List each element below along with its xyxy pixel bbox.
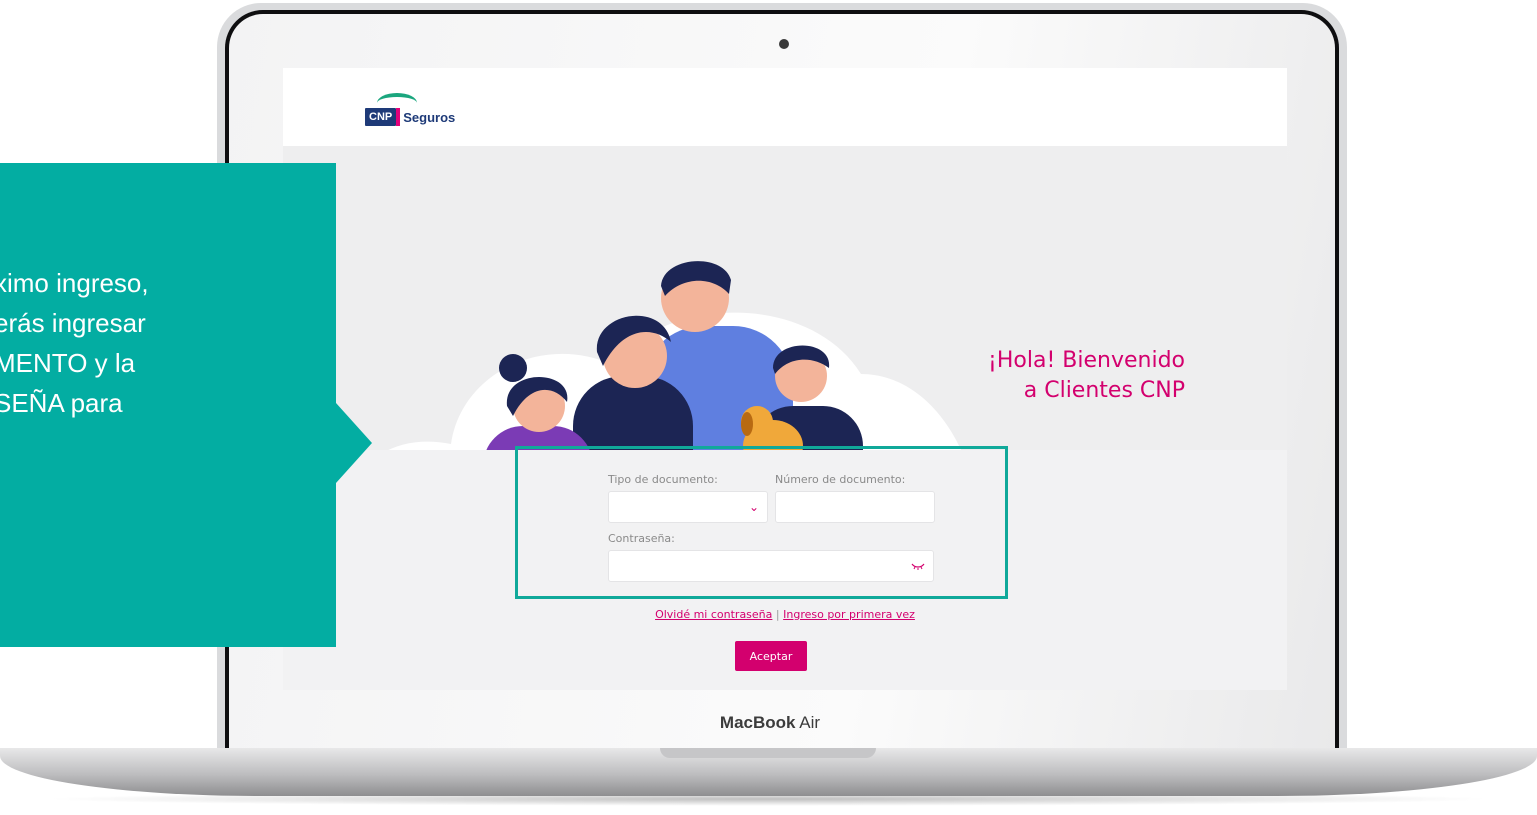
- callout-line-4: SEÑA para: [0, 388, 123, 418]
- welcome-heading: ¡Hola! Bienvenido a Clientes CNP: [885, 346, 1185, 406]
- callout-text: ximo ingreso, erás ingresar MENTO y la S…: [0, 263, 330, 423]
- laptop-notch: [660, 748, 876, 758]
- welcome-line-1: ¡Hola! Bienvenido: [988, 348, 1185, 373]
- device-model: Air: [799, 713, 821, 732]
- camera-icon: [779, 39, 789, 49]
- callout-line-2: erás ingresar: [0, 308, 146, 338]
- accept-button[interactable]: Aceptar: [735, 641, 807, 671]
- form-highlight-box: [515, 446, 1008, 599]
- forgot-password-link[interactable]: Olvidé mi contraseña: [655, 608, 772, 621]
- top-bar: CNP Seguros: [283, 68, 1287, 146]
- callout-line-3: MENTO y la: [0, 348, 136, 378]
- cnp-logo[interactable]: CNP Seguros: [365, 106, 455, 128]
- hero-banner: ¡Hola! Bienvenido a Clientes CNP: [283, 146, 1287, 528]
- auth-links: Olvidé mi contraseña | Ingreso por prime…: [283, 608, 1287, 621]
- callout-pointer: [336, 403, 372, 483]
- device-brand: MacBook: [719, 713, 796, 732]
- first-time-login-link[interactable]: Ingreso por primera vez: [783, 608, 915, 621]
- callout-line-1: ximo ingreso,: [0, 268, 149, 298]
- logo-word: Seguros: [403, 109, 456, 125]
- welcome-line-2: a Clientes CNP: [1023, 378, 1185, 403]
- links-separator: |: [775, 608, 780, 621]
- logo-box-text: CNP: [365, 108, 397, 126]
- device-brand-label: MacBook Air: [700, 713, 840, 733]
- logo-bar: [396, 108, 401, 126]
